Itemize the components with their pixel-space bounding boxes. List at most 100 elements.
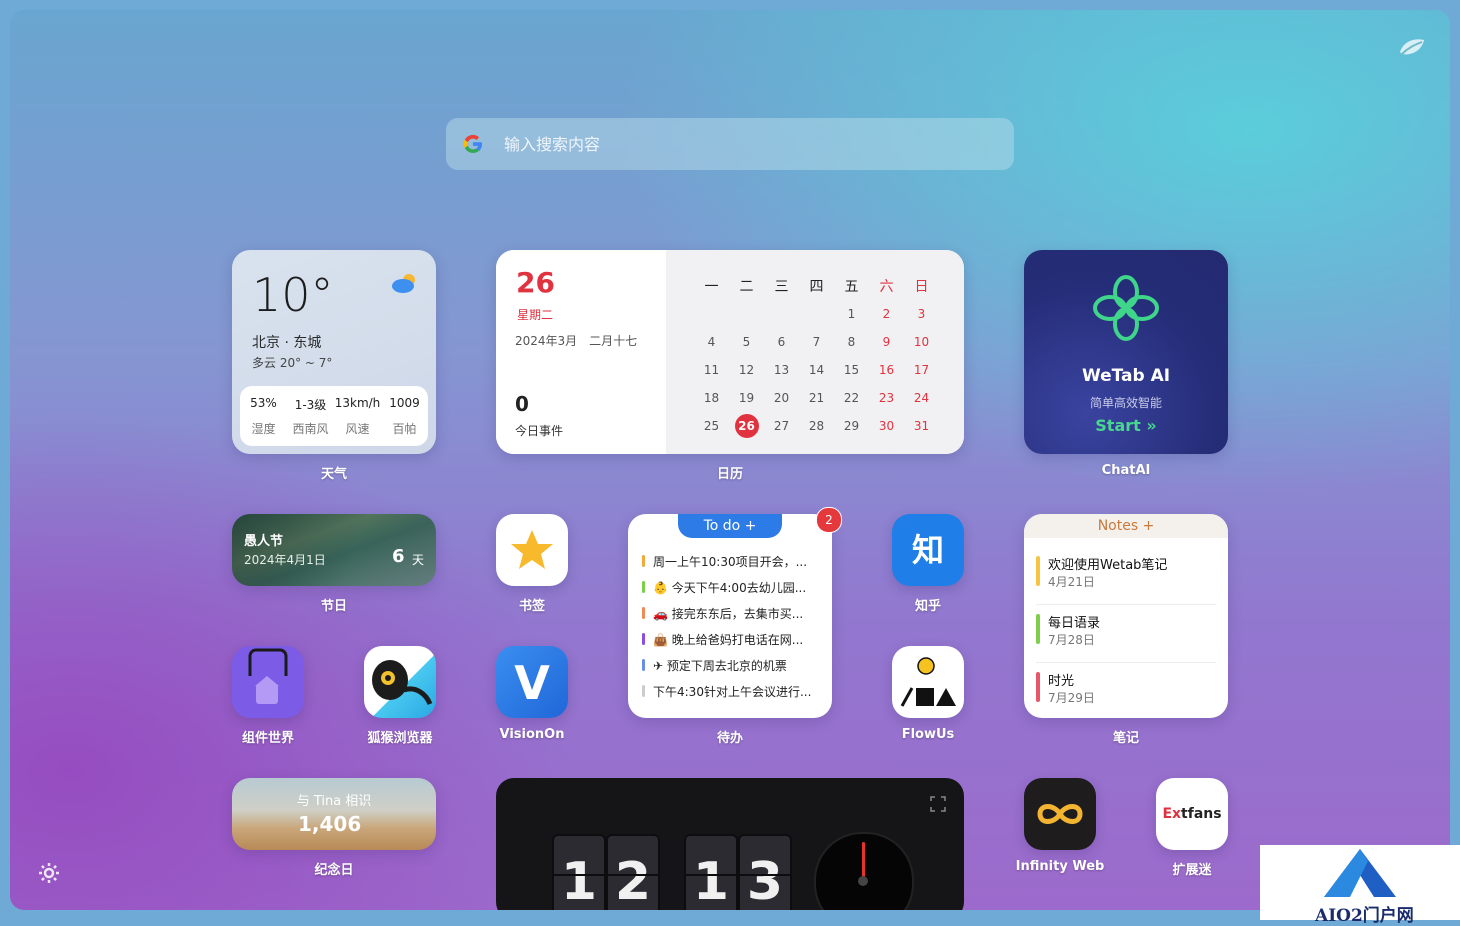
- todo-add-button[interactable]: To do +: [678, 514, 782, 538]
- humidity-value: 53%: [250, 396, 277, 410]
- chatai-widget[interactable]: WeTab AI 简单高效智能 Start »: [1024, 250, 1228, 454]
- calendar-day-cell[interactable]: 11: [694, 363, 729, 377]
- chatai-start-button[interactable]: Start »: [1024, 416, 1228, 435]
- clock-digit: 1: [684, 834, 738, 910]
- note-title: 欢迎使用Wetab笔记: [1048, 558, 1168, 573]
- calendar-day-cell[interactable]: 13: [764, 363, 799, 377]
- calendar-day-cell[interactable]: 1: [834, 307, 869, 321]
- note-item[interactable]: 欢迎使用Wetab笔记 4月21日: [1036, 546, 1216, 605]
- calendar-day-cell[interactable]: 20: [764, 391, 799, 405]
- calendar-widget[interactable]: 26 星期二 2024年3月 二月十七 0 今日事件 一二三四五六日123456…: [496, 250, 964, 454]
- zhihu-app[interactable]: 知: [892, 514, 964, 586]
- calendar-label: 日历: [716, 467, 743, 482]
- calendar-day-cell[interactable]: 15: [834, 363, 869, 377]
- todo-color-bar: [642, 685, 645, 697]
- todo-color-bar: [642, 659, 645, 671]
- calendar-day-cell[interactable]: 9: [869, 335, 904, 349]
- calendar-day-cell[interactable]: 25: [694, 419, 729, 433]
- extfans-app[interactable]: Extfans: [1156, 778, 1228, 850]
- calendar-today-cell[interactable]: 26: [729, 414, 764, 438]
- infinity-web-label: Infinity Web: [1015, 859, 1105, 874]
- calendar-day-cell[interactable]: 18: [694, 391, 729, 405]
- calendar-day-cell[interactable]: 3: [904, 307, 939, 321]
- todo-item[interactable]: 👜 晚上给爸妈打电话在网...: [642, 626, 822, 652]
- visionon-app[interactable]: V: [496, 646, 568, 718]
- clock-digit: 3: [738, 834, 792, 910]
- todo-item[interactable]: 下午4:30针对上午会议进行...: [642, 678, 822, 704]
- note-color-bar: [1036, 672, 1040, 702]
- todo-list: 周一上午10:30项目开会，... 👶 今天下午4:00去幼儿园... 🚗 接完…: [642, 548, 822, 704]
- calendar-day-cell[interactable]: 16: [869, 363, 904, 377]
- holiday-widget[interactable]: 愚人节 2024年4月1日 6 天: [232, 514, 436, 586]
- widget-world-app[interactable]: [232, 646, 304, 718]
- infinity-web-app[interactable]: [1024, 778, 1096, 850]
- flowus-shapes-icon: [900, 657, 956, 707]
- bookmark-app[interactable]: [496, 514, 568, 586]
- partly-cloudy-icon: [392, 274, 415, 293]
- todo-item[interactable]: 🚗 接完东东后，去集市买...: [642, 600, 822, 626]
- weather-city: 北京 · 东城: [252, 335, 322, 351]
- calendar-day-cell[interactable]: 10: [904, 335, 939, 349]
- todo-item[interactable]: ✈ 预定下周去北京的机票: [642, 652, 822, 678]
- visionon-label: VisionOn: [499, 727, 565, 742]
- calendar-weekday-row: 一二三四五六日: [694, 272, 954, 300]
- calendar-day-cell[interactable]: 12: [729, 363, 764, 377]
- search-input[interactable]: [502, 133, 986, 155]
- calendar-day-cell[interactable]: 31: [904, 419, 939, 433]
- todo-item-text: 👶 今天下午4:00去幼儿园...: [653, 580, 807, 595]
- todo-item[interactable]: 👶 今天下午4:00去幼儿园...: [642, 574, 822, 600]
- calendar-week-row: 25 26 27 28 29 30 31: [694, 412, 954, 440]
- search-bar[interactable]: [446, 118, 1014, 170]
- calendar-day-cell[interactable]: 27: [764, 419, 799, 433]
- wind-direction-label: 西南风: [292, 422, 329, 436]
- browser-app[interactable]: [364, 646, 436, 718]
- calendar-day-cell[interactable]: 28: [799, 419, 834, 433]
- calendar-day-cell[interactable]: 7: [799, 335, 834, 349]
- notes-widget[interactable]: Notes + 欢迎使用Wetab笔记 4月21日 每日语录 7月28日 时光 …: [1024, 514, 1228, 718]
- todo-item-text: 🚗 接完东东后，去集市买...: [653, 606, 804, 621]
- calendar-day-cell[interactable]: 30: [869, 419, 904, 433]
- flip-clock-widget[interactable]: 1 2 1 3: [496, 778, 964, 910]
- notes-add-button[interactable]: Notes +: [1024, 514, 1228, 538]
- calendar-weekday-cell: 二: [739, 279, 754, 295]
- calendar-day-cell[interactable]: 17: [904, 363, 939, 377]
- calendar-day-cell[interactable]: 2: [869, 307, 904, 321]
- star-icon: [511, 530, 553, 569]
- todo-item-text: 👜 晚上给爸妈打电话在网...: [653, 632, 804, 647]
- todo-color-bar: [642, 607, 645, 619]
- calendar-day-cell[interactable]: 5: [729, 335, 764, 349]
- calendar-day-cell[interactable]: 4: [694, 335, 729, 349]
- flowus-app[interactable]: [892, 646, 964, 718]
- calendar-week-row: 123: [694, 300, 954, 328]
- todo-widget[interactable]: To do + 周一上午10:30项目开会，... 👶 今天下午4:00去幼儿园…: [628, 514, 832, 718]
- todo-color-bar: [642, 633, 645, 645]
- calendar-weekday-cell: 一: [704, 279, 719, 295]
- calendar-day-cell[interactable]: 8: [834, 335, 869, 349]
- note-item[interactable]: 时光 7月29日: [1036, 662, 1216, 718]
- calendar-day-cell[interactable]: 23: [869, 391, 904, 405]
- wind-speed-label: 风速: [345, 422, 370, 436]
- calendar-weekday-cell: 五: [844, 279, 859, 295]
- note-item[interactable]: 每日语录 7月28日: [1036, 604, 1216, 663]
- holiday-name: 愚人节: [244, 534, 284, 549]
- watermark: AIO2门户网: [1260, 845, 1460, 926]
- calendar-day-cell[interactable]: 14: [799, 363, 834, 377]
- chatai-subtitle: 简单高效智能: [1089, 396, 1162, 410]
- gear-icon[interactable]: [38, 862, 60, 884]
- weather-stats: 53% 1-3级 13km/h 1009 湿度 西南风 风速 百帕: [240, 386, 428, 446]
- clock-digit: 1: [552, 834, 606, 910]
- calendar-day-cell[interactable]: 6: [764, 335, 799, 349]
- anniversary-widget[interactable]: 与 Tina 相识 1,406: [232, 778, 436, 850]
- calendar-day-cell[interactable]: 21: [799, 391, 834, 405]
- todo-item[interactable]: 周一上午10:30项目开会，...: [642, 548, 822, 574]
- leaf-icon[interactable]: [1398, 36, 1426, 58]
- calendar-day-cell[interactable]: 19: [729, 391, 764, 405]
- fullscreen-icon[interactable]: [930, 796, 946, 812]
- weather-widget[interactable]: 10° 北京 · 东城 多云 20° ~ 7° 53% 1-3级 13km/h …: [232, 250, 436, 454]
- note-color-bar: [1036, 614, 1040, 644]
- event-label[interactable]: 今日事件: [515, 422, 563, 439]
- calendar-day-cell[interactable]: 24: [904, 391, 939, 405]
- note-color-bar: [1036, 556, 1040, 586]
- calendar-day-cell[interactable]: 22: [834, 391, 869, 405]
- calendar-day-cell[interactable]: 29: [834, 419, 869, 433]
